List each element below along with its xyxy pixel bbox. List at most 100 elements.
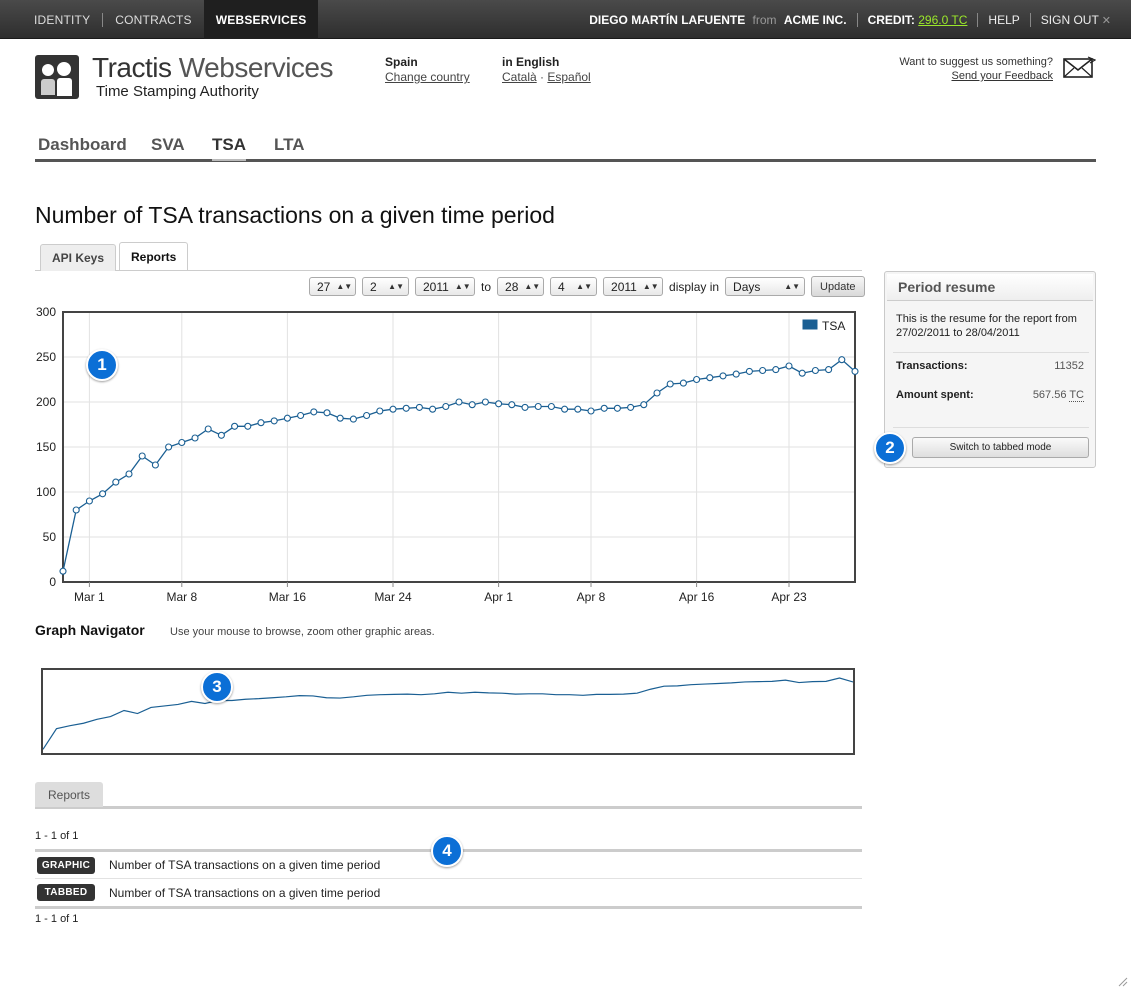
select-arrows-icon: ▲▼ — [576, 281, 593, 291]
data-point — [785, 362, 793, 370]
from-month-select[interactable]: 2 ▲▼ — [362, 277, 409, 296]
data-point — [204, 425, 212, 433]
data-point — [798, 369, 806, 377]
date-range-controls: 27 ▲▼ 2 ▲▼ 2011 ▲▼ to 28 ▲▼ 4 ▲▼ 2011 ▲▼ displ… — [309, 276, 865, 297]
user-name[interactable]: DIEGO MARTÍN LAFUENTE — [589, 13, 745, 27]
data-point — [693, 375, 701, 384]
y-tick-label: 200 — [36, 395, 56, 409]
data-point — [59, 567, 67, 575]
data-point — [151, 461, 159, 469]
data-point — [231, 422, 239, 430]
section-tab-sva[interactable]: SVA — [151, 135, 185, 159]
section-tab-tsa[interactable]: TSA — [212, 135, 246, 161]
callout-badge-4: 4 — [431, 835, 463, 867]
data-point — [574, 405, 582, 413]
credit-value[interactable]: 296.0 TC — [918, 13, 967, 27]
period-resume-description: This is the resume for the report from 2… — [896, 313, 1077, 339]
to-month-select[interactable]: 4 ▲▼ — [550, 277, 598, 296]
data-point — [178, 438, 186, 447]
help-link[interactable]: HELP — [978, 13, 1029, 27]
data-point — [706, 374, 714, 382]
chart-grid — [62, 311, 856, 583]
subtab-api-keys[interactable]: API Keys — [40, 244, 117, 271]
data-point — [112, 478, 120, 486]
legend-swatch-tsa — [801, 318, 819, 331]
list-item[interactable]: TABBED Number of TSA transactions on a g… — [35, 879, 862, 906]
resize-grip-icon[interactable] — [1118, 977, 1128, 987]
top-tab-identity[interactable]: IDENTITY — [22, 0, 102, 39]
select-arrows-icon: ▲▼ — [784, 281, 801, 291]
logo-people-icon — [35, 55, 79, 99]
section-tab-lta[interactable]: LTA — [274, 135, 305, 159]
x-tick-label: Apr 16 — [679, 590, 715, 604]
data-point — [244, 422, 252, 430]
report-name-link[interactable]: Number of TSA transactions on a given ti… — [109, 886, 380, 900]
brand-main: Tractis — [92, 52, 172, 83]
transactions-row: Transactions: 11352 — [896, 360, 1084, 372]
company-name[interactable]: ACME INC. — [784, 13, 847, 27]
data-point — [165, 443, 173, 451]
data-point — [297, 411, 305, 420]
y-tick-label: 150 — [36, 440, 56, 454]
reports-tabs: Reports — [35, 782, 862, 809]
lang-link-espanol[interactable]: Español — [547, 70, 590, 84]
data-point — [191, 434, 199, 442]
select-arrows-icon: ▲▼ — [336, 281, 353, 291]
feedback-link[interactable]: Send your Feedback — [951, 70, 1053, 82]
feedback-text: Want to suggest us something? — [899, 56, 1053, 68]
resume-divider — [893, 427, 1089, 428]
data-point — [851, 367, 859, 375]
top-tab-contracts[interactable]: CONTRACTS — [103, 0, 203, 39]
from-year-value: 2011 — [423, 279, 449, 294]
data-point — [323, 409, 331, 417]
from-day-select[interactable]: 27 ▲▼ — [309, 277, 356, 296]
legend-label-tsa: TSA — [822, 319, 845, 333]
account-info: DIEGO MARTÍN LAFUENTE from ACME INC. — [579, 13, 856, 27]
x-tick-label: Apr 23 — [771, 590, 807, 604]
data-point — [719, 372, 727, 380]
lang-link-catala[interactable]: Català — [502, 70, 537, 84]
chart-y-axis: 0 50 100 150 200 250 300 — [36, 305, 56, 589]
reports-tab[interactable]: Reports — [35, 782, 103, 807]
data-point — [825, 366, 833, 374]
to-year-select[interactable]: 2011 ▲▼ — [603, 277, 664, 296]
data-point — [283, 414, 291, 422]
amount-value: 567.56 — [1032, 389, 1067, 401]
data-point — [732, 370, 740, 378]
section-tab-dashboard[interactable]: Dashboard — [38, 135, 127, 159]
close-icon: ✕ — [1101, 14, 1111, 27]
y-tick-label: 100 — [36, 485, 56, 499]
pager-top: 1 - 1 of 1 — [35, 830, 79, 842]
graph-navigator[interactable] — [41, 668, 855, 755]
to-label: to — [481, 279, 492, 294]
data-point — [138, 452, 146, 460]
top-tab-webservices[interactable]: WEBSERVICES — [203, 0, 319, 39]
data-point — [495, 400, 503, 408]
logo-subtitle: Time Stamping Authority — [96, 83, 259, 100]
tsa-line-chart[interactable]: 0 50 100 150 200 250 300 Mar 1 Mar 8 Mar 16 Mar 2… — [0, 300, 870, 610]
to-day-select[interactable]: 28 ▲▼ — [497, 277, 545, 296]
data-point — [547, 402, 555, 411]
to-month-value: 4 — [558, 279, 565, 294]
select-arrows-icon: ▲▼ — [388, 281, 404, 291]
data-point — [468, 401, 476, 409]
report-name-link[interactable]: Number of TSA transactions on a given ti… — [109, 858, 380, 872]
select-arrows-icon: ▲▼ — [454, 281, 471, 291]
display-in-label: display in — [669, 279, 720, 294]
sign-out-label[interactable]: SIGN OUT — [1041, 13, 1099, 27]
period-resume-title: Period resume — [887, 274, 1093, 301]
data-point — [376, 407, 384, 415]
change-country-link[interactable]: Change country — [385, 70, 470, 84]
switch-tabbed-mode-button[interactable]: Switch to tabbed mode — [912, 437, 1089, 458]
current-language: in English — [502, 55, 560, 69]
unit-select[interactable]: Days ▲▼ — [725, 277, 806, 296]
data-point — [759, 366, 767, 375]
from-year-select[interactable]: 2011 ▲▼ — [415, 277, 475, 296]
envelope-icon[interactable] — [1062, 56, 1096, 80]
update-button[interactable]: Update — [811, 276, 865, 297]
report-type-tag: TABBED — [37, 884, 95, 901]
credit-label: CREDIT: — [867, 12, 915, 27]
subtab-reports[interactable]: Reports — [119, 242, 189, 270]
sign-out-link[interactable]: SIGN OUT ✕ — [1031, 13, 1111, 27]
to-year-value: 2011 — [611, 279, 637, 294]
